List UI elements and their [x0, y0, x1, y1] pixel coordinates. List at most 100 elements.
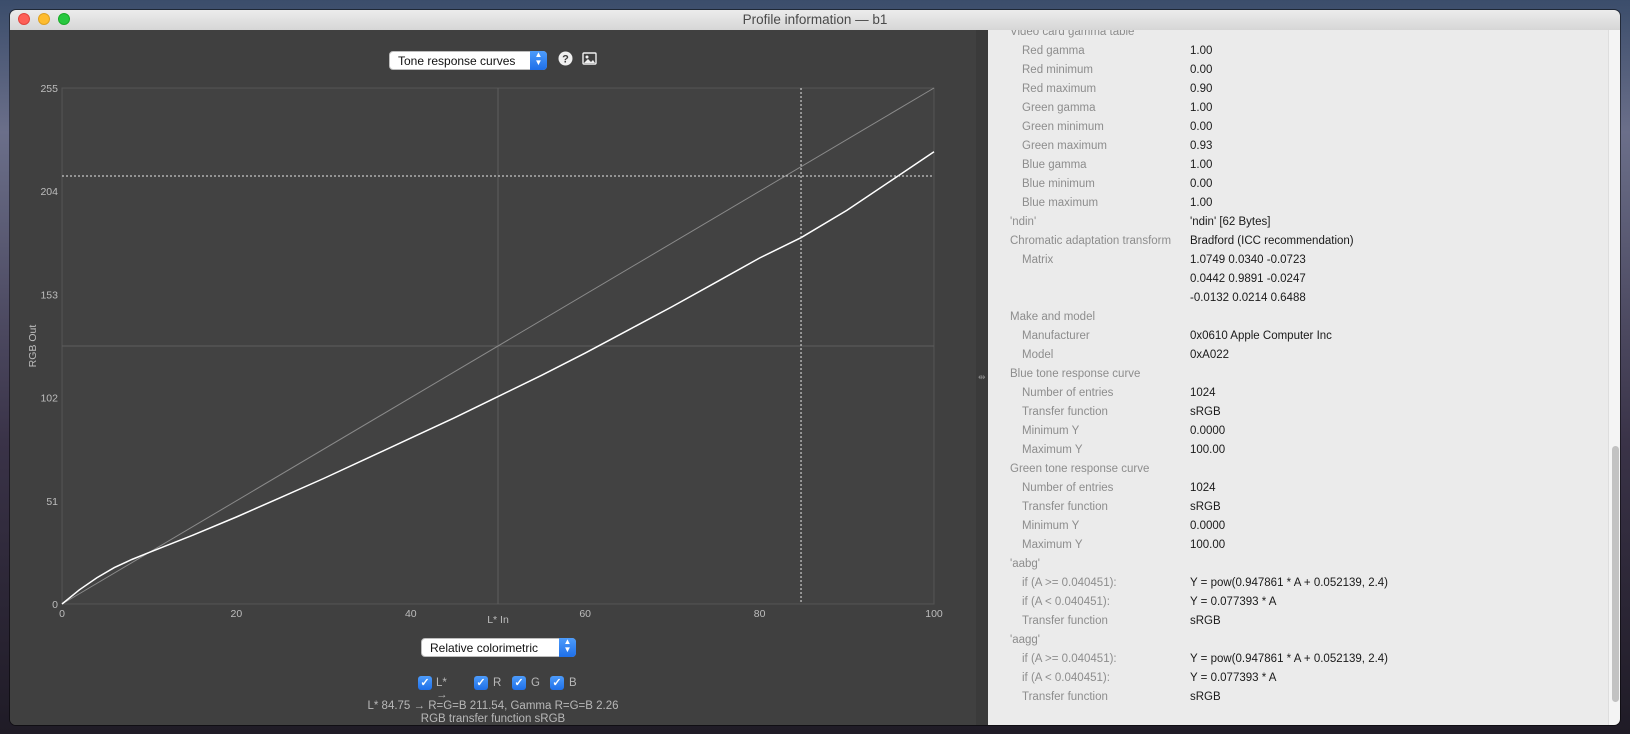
- chart-pane: Tone response curves ▲ ▼ ? 0 20 40 60 80 100 0 5…: [10, 30, 976, 725]
- info-row[interactable]: Blue minimum 0.00: [988, 178, 1588, 197]
- info-row-value: 0.0000: [1190, 520, 1226, 532]
- info-row[interactable]: Maximum Y 100.00: [988, 444, 1588, 463]
- info-row-value: 0.93: [1190, 140, 1213, 152]
- info-row-value: Y = 0.077393 * A: [1190, 672, 1277, 684]
- x-tick-label: 80: [754, 608, 766, 620]
- info-row-label: Manufacturer: [1022, 330, 1090, 342]
- info-row[interactable]: Video card gamma table: [988, 30, 1588, 45]
- info-row-label: Chromatic adaptation transform: [1010, 235, 1172, 247]
- info-row[interactable]: 'aabg': [988, 558, 1588, 577]
- info-row-value: 1.0749 0.0340 -0.0723: [1190, 254, 1306, 266]
- info-row-value: -0.0132 0.0214 0.6488: [1190, 292, 1306, 304]
- tone-response-chart[interactable]: 0 20 40 60 80 100 0 51 102 153 204 255 L* In RGB Ou…: [10, 30, 976, 725]
- info-row[interactable]: Green maximum 0.93: [988, 140, 1588, 159]
- info-row-value: Y = pow(0.947861 * A + 0.052139, 2.4): [1190, 653, 1389, 665]
- info-row-label: Red maximum: [1022, 83, 1097, 95]
- info-row-value: 0.00: [1190, 178, 1213, 190]
- red-checkbox[interactable]: ✓: [474, 676, 488, 690]
- red-checkbox-label: R: [493, 677, 502, 689]
- info-row[interactable]: Red minimum 0.00: [988, 64, 1588, 83]
- info-row-label: if (A >= 0.040451):: [1022, 653, 1117, 665]
- info-row-label: Number of entries: [1022, 387, 1114, 399]
- info-row[interactable]: if (A >= 0.040451): Y = pow(0.947861 * A …: [988, 653, 1588, 672]
- info-row[interactable]: Blue maximum 1.00: [988, 197, 1588, 216]
- info-row[interactable]: 0.0442 0.9891 -0.0247: [988, 273, 1588, 292]
- info-row[interactable]: Green minimum 0.00: [988, 121, 1588, 140]
- info-row[interactable]: Blue tone response curve: [988, 368, 1588, 387]
- info-scrollbar[interactable]: [1608, 30, 1620, 725]
- info-row-label: Maximum Y: [1022, 539, 1083, 551]
- info-row[interactable]: Matrix 1.0749 0.0340 -0.0723: [988, 254, 1588, 273]
- info-row[interactable]: Red maximum 0.90: [988, 83, 1588, 102]
- info-row-label: Minimum Y: [1022, 425, 1080, 437]
- readout-line-2: RGB transfer function sRGB: [420, 713, 566, 725]
- chevron-updown-icon: ▲ ▼: [559, 638, 576, 657]
- info-row-value: 1024: [1190, 482, 1216, 494]
- info-row[interactable]: Chromatic adaptation transform Bradford (…: [988, 235, 1588, 254]
- info-row[interactable]: Maximum Y 100.00: [988, 539, 1588, 558]
- y-tick-label: 0: [52, 599, 58, 611]
- info-row-label: Maximum Y: [1022, 444, 1083, 456]
- x-tick-label: 0: [59, 608, 65, 620]
- splitter-grip-icon: ⇹: [978, 372, 986, 382]
- info-row[interactable]: Model 0xA022: [988, 349, 1588, 368]
- info-row-value: sRGB: [1190, 691, 1221, 703]
- lstar-checkbox[interactable]: ✓: [418, 676, 432, 690]
- info-row-value: Bradford (ICC recommendation): [1190, 235, 1354, 247]
- x-axis-label: L* In: [487, 614, 509, 626]
- info-row-value: 1.00: [1190, 197, 1213, 209]
- window-title: Profile information — b1: [742, 12, 888, 27]
- info-row[interactable]: 'aagg': [988, 634, 1588, 653]
- info-row-label: Blue maximum: [1022, 197, 1099, 209]
- info-row[interactable]: Red gamma 1.00: [988, 45, 1588, 64]
- info-row-value: 0.90: [1190, 83, 1213, 95]
- info-row[interactable]: Make and model: [988, 311, 1588, 330]
- info-row-value: 0xA022: [1190, 349, 1230, 361]
- info-row-label: if (A < 0.040451):: [1022, 596, 1110, 608]
- info-row-value: 0x0610 Apple Computer Inc: [1190, 330, 1332, 342]
- profile-info-list[interactable]: Video card gamma table Red gamma 1.00 Red m…: [988, 30, 1608, 725]
- info-row[interactable]: Transfer function sRGB: [988, 501, 1588, 520]
- info-row[interactable]: Manufacturer 0x0610 Apple Computer Inc: [988, 330, 1588, 349]
- info-row[interactable]: Transfer function sRGB: [988, 615, 1588, 634]
- info-row[interactable]: Transfer function sRGB: [988, 691, 1588, 710]
- info-row[interactable]: if (A < 0.040451): Y = 0.077393 * A: [988, 672, 1588, 691]
- readout-line-1: L* 84.75 → R=G=B 211.54, Gamma R=G=B 2.2…: [367, 700, 619, 712]
- green-checkbox-label: G: [531, 677, 540, 689]
- info-row-value: 100.00: [1190, 539, 1226, 551]
- info-row[interactable]: Transfer function sRGB: [988, 406, 1588, 425]
- info-row[interactable]: -0.0132 0.0214 0.6488: [988, 292, 1588, 311]
- info-row[interactable]: Green gamma 1.00: [988, 102, 1588, 121]
- info-row[interactable]: if (A < 0.040451): Y = 0.077393 * A: [988, 596, 1588, 615]
- info-row-label: Green tone response curve: [1010, 463, 1150, 475]
- title-bar[interactable]: Profile information — b1: [10, 10, 1620, 31]
- x-tick-label: 40: [405, 608, 417, 620]
- green-checkbox[interactable]: ✓: [512, 676, 526, 690]
- info-row-label: Transfer function: [1022, 691, 1108, 703]
- info-row-label: if (A < 0.040451):: [1022, 672, 1110, 684]
- info-row-value: Y = 0.077393 * A: [1190, 596, 1277, 608]
- info-row-label: Make and model: [1010, 311, 1096, 323]
- info-row[interactable]: Number of entries 1024: [988, 482, 1588, 501]
- y-tick-label: 153: [40, 289, 58, 301]
- info-row-label: 'ndin': [1010, 216, 1037, 228]
- pane-splitter[interactable]: ⇹: [976, 30, 988, 725]
- scrollbar-thumb[interactable]: [1612, 446, 1619, 702]
- info-row-label: Transfer function: [1022, 406, 1108, 418]
- info-row[interactable]: if (A >= 0.040451): Y = pow(0.947861 * A …: [988, 577, 1588, 596]
- info-row-label: 'aabg': [1010, 558, 1040, 570]
- info-row[interactable]: Number of entries 1024: [988, 387, 1588, 406]
- info-row-value: 0.0000: [1190, 425, 1226, 437]
- info-row[interactable]: Blue gamma 1.00: [988, 159, 1588, 178]
- info-row[interactable]: 'ndin' 'ndin' [62 Bytes]: [988, 216, 1588, 235]
- info-row-value: Y = pow(0.947861 * A + 0.052139, 2.4): [1190, 577, 1389, 589]
- blue-checkbox[interactable]: ✓: [550, 676, 564, 690]
- info-row[interactable]: Minimum Y 0.0000: [988, 425, 1588, 444]
- info-row[interactable]: Green tone response curve: [988, 463, 1588, 482]
- rendering-intent-select[interactable]: Relative colorimetric ▲ ▼: [421, 638, 576, 657]
- profile-info-window: Profile information — b1 Tone response c…: [10, 10, 1620, 725]
- info-row-value: 'ndin' [62 Bytes]: [1190, 216, 1271, 228]
- y-tick-label: 102: [40, 393, 58, 405]
- info-row-label: Number of entries: [1022, 482, 1114, 494]
- info-row[interactable]: Minimum Y 0.0000: [988, 520, 1588, 539]
